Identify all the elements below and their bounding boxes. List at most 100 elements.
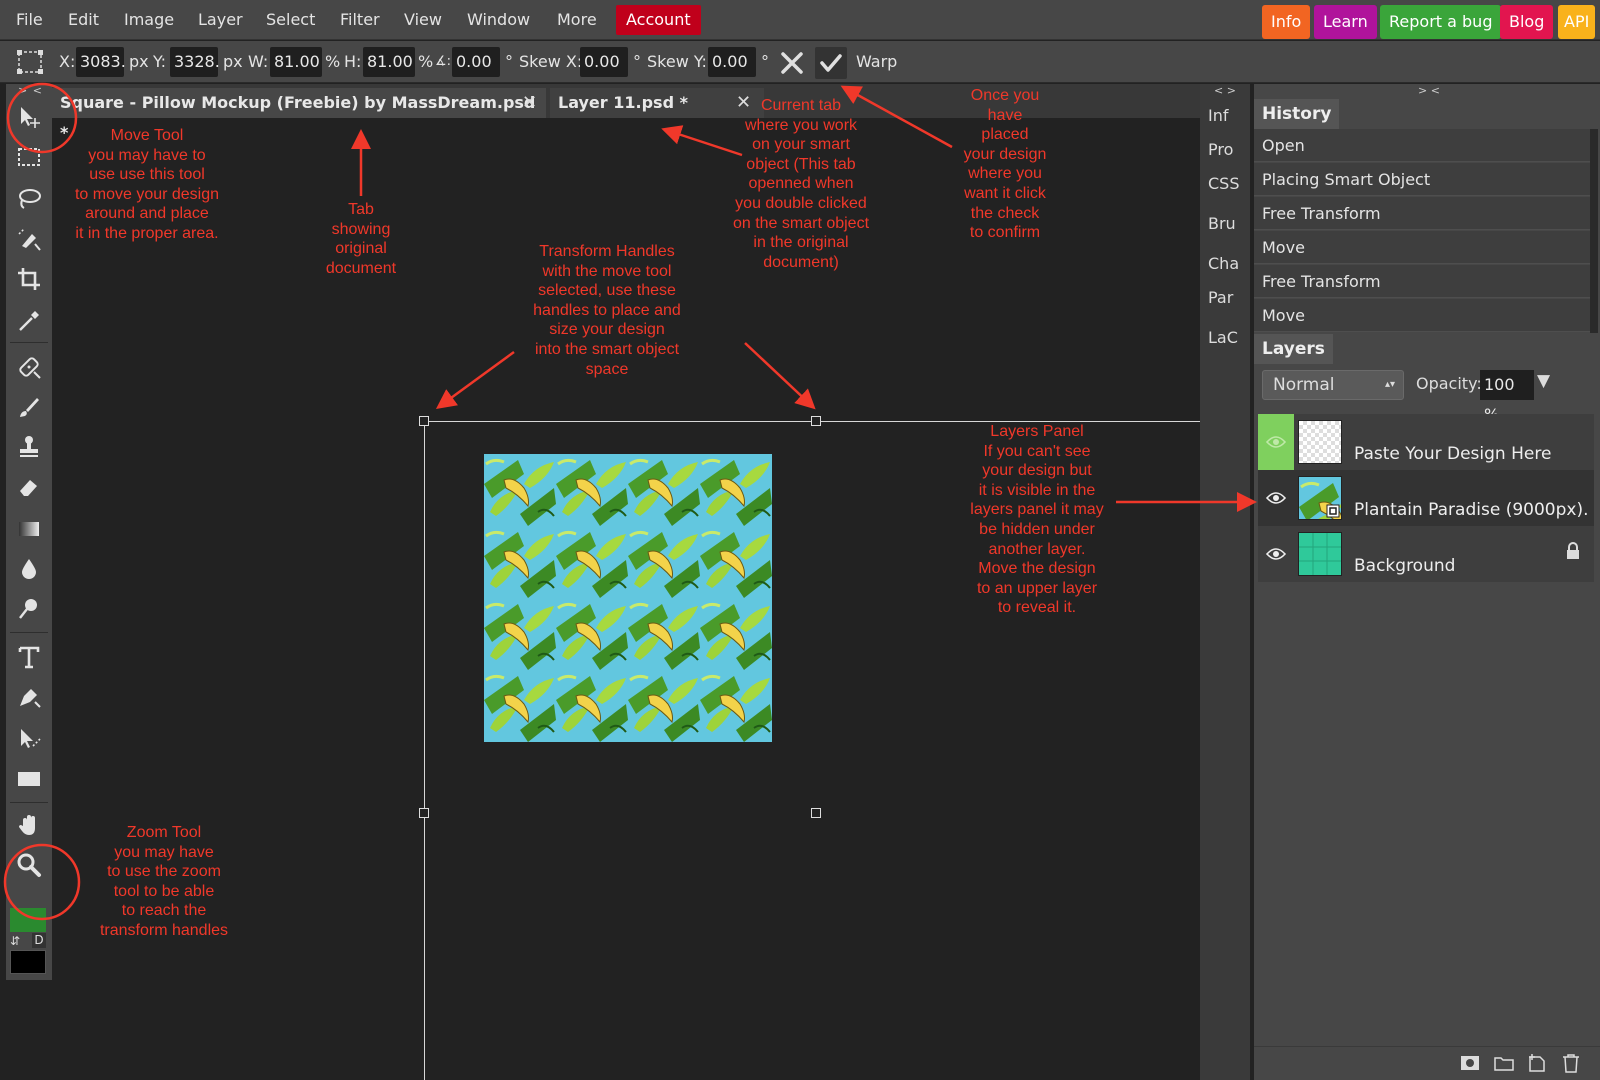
lasso-tool-icon[interactable] xyxy=(12,182,46,216)
clone-stamp-tool-icon[interactable] xyxy=(12,430,46,464)
eraser-tool-icon[interactable] xyxy=(12,470,46,504)
panel-paragraph-button[interactable]: Par xyxy=(1208,288,1233,307)
y-label: Y: xyxy=(153,52,167,71)
close-icon[interactable]: ✕ xyxy=(522,88,537,118)
skew-x-input[interactable]: 0.00 xyxy=(580,47,628,77)
menu-window[interactable]: Window xyxy=(467,0,530,40)
swap-colors-icon[interactable]: ⇵ xyxy=(10,934,20,948)
tab-original-document[interactable]: Square - Pillow Mockup (Freebie) by Mass… xyxy=(52,88,546,142)
confirm-transform-icon[interactable] xyxy=(815,47,847,79)
history-item[interactable]: Free Transform xyxy=(1254,197,1590,230)
menu-layer[interactable]: Layer xyxy=(198,0,243,40)
info-button[interactable]: Info xyxy=(1262,5,1311,39)
history-item[interactable]: Move xyxy=(1254,231,1590,264)
history-item[interactable]: Open xyxy=(1254,129,1590,162)
panel-brush-button[interactable]: Bru xyxy=(1208,214,1236,233)
history-item[interactable]: Placing Smart Object xyxy=(1254,163,1590,196)
layer-row[interactable]: Plantain Paradise (9000px).psd xyxy=(1258,470,1594,526)
tab-label: Layer 11.psd * xyxy=(558,93,688,112)
transform-handle-center[interactable] xyxy=(811,808,821,818)
path-selection-tool-icon[interactable] xyxy=(12,722,46,756)
healing-brush-tool-icon[interactable] xyxy=(12,350,46,384)
menu-edit[interactable]: Edit xyxy=(68,0,99,40)
history-item[interactable]: Free Transform xyxy=(1254,265,1590,298)
move-tool-icon[interactable] xyxy=(12,100,46,134)
history-tab[interactable]: History xyxy=(1254,99,1340,129)
account-button[interactable]: Account xyxy=(616,5,701,35)
background-color-swatch[interactable] xyxy=(10,950,46,974)
dodge-tool-icon[interactable] xyxy=(12,592,46,626)
history-item[interactable]: Move xyxy=(1254,299,1590,332)
visibility-eye-icon[interactable] xyxy=(1258,526,1294,582)
annotation-current-tab: Current tab where you work on your smart… xyxy=(732,97,870,271)
menu-image[interactable]: Image xyxy=(124,0,174,40)
opacity-input[interactable]: 100 % xyxy=(1480,370,1534,424)
menu-view[interactable]: View xyxy=(404,0,442,40)
crop-tool-icon[interactable] xyxy=(12,262,46,296)
annotation-layers-panel: Layers Panel If you can't see your desig… xyxy=(970,423,1104,617)
default-colors-button[interactable]: D xyxy=(32,933,46,948)
h-unit: % xyxy=(418,52,434,71)
y-input[interactable]: 3328. xyxy=(170,47,220,77)
zoom-tool-icon[interactable] xyxy=(12,848,46,882)
panel-css-button[interactable]: CSS xyxy=(1208,174,1239,193)
new-folder-icon[interactable] xyxy=(1494,1055,1514,1075)
visibility-eye-icon[interactable] xyxy=(1258,470,1294,526)
skew-y-label: Skew Y: xyxy=(647,52,707,71)
report-bug-button[interactable]: Report a bug xyxy=(1380,5,1502,39)
learn-button[interactable]: Learn xyxy=(1314,5,1377,39)
angle-label: ∡: xyxy=(435,54,452,69)
panel-layer-comps-button[interactable]: LaC xyxy=(1208,328,1238,347)
foreground-color-swatch[interactable] xyxy=(10,908,46,932)
visibility-eye-icon[interactable] xyxy=(1258,414,1294,470)
pen-tool-icon[interactable] xyxy=(12,680,46,714)
panel-character-button[interactable]: Cha xyxy=(1208,254,1239,273)
transform-handle-top-left[interactable] xyxy=(419,416,429,426)
cancel-transform-icon[interactable] xyxy=(777,48,807,78)
angle-input[interactable]: 0.00 xyxy=(452,47,500,77)
panel-properties-button[interactable]: Pro xyxy=(1208,140,1233,159)
layer-row[interactable]: Paste Your Design Here xyxy=(1258,414,1594,470)
layer-thumbnail xyxy=(1298,532,1342,576)
transform-handle-middle-left[interactable] xyxy=(419,808,429,818)
new-layer-icon[interactable] xyxy=(1528,1053,1546,1077)
w-input[interactable]: 81.00 xyxy=(270,47,322,77)
menu-file[interactable]: File xyxy=(16,0,43,40)
quick-selection-tool-icon[interactable] xyxy=(12,222,46,256)
menu-filter[interactable]: Filter xyxy=(340,0,380,40)
menu-more[interactable]: More xyxy=(557,0,597,40)
eyedropper-tool-icon[interactable] xyxy=(12,304,46,338)
panel-info-button[interactable]: Inf xyxy=(1208,106,1229,125)
type-tool-icon[interactable] xyxy=(12,640,46,674)
history-scrollbar[interactable] xyxy=(1590,129,1598,333)
y-unit: px xyxy=(223,52,243,71)
x-unit: px xyxy=(129,52,149,71)
brush-tool-icon[interactable] xyxy=(12,390,46,424)
toolbar-collapse-toggle[interactable]: > < xyxy=(18,84,43,97)
layers-tab[interactable]: Layers xyxy=(1254,334,1333,364)
blur-tool-icon[interactable] xyxy=(12,552,46,586)
opacity-dropdown-icon[interactable]: ▼ xyxy=(1537,371,1550,391)
menu-select[interactable]: Select xyxy=(266,0,315,40)
rectangle-tool-icon[interactable] xyxy=(12,762,46,796)
gradient-tool-icon[interactable] xyxy=(12,512,46,546)
right-panel-toggle[interactable]: > < xyxy=(1418,84,1440,97)
marquee-tool-icon[interactable] xyxy=(12,140,46,174)
tool-options-bar: X: 3083. px Y: 3328. px W: 81.00 % H: 81… xyxy=(0,41,1600,83)
skew-y-input[interactable]: 0.00 xyxy=(708,47,756,77)
hand-tool-icon[interactable] xyxy=(12,808,46,842)
transform-handle-top-center[interactable] xyxy=(811,416,821,426)
annotation-confirm: Once you have placed your design where y… xyxy=(963,87,1047,242)
blend-mode-select[interactable]: Normal ▴▾ xyxy=(1262,370,1404,400)
layer-row[interactable]: Background xyxy=(1258,526,1594,582)
blog-button[interactable]: Blog xyxy=(1500,5,1554,39)
x-label: X: xyxy=(59,52,76,71)
design-pattern-image[interactable] xyxy=(484,454,772,742)
warp-button[interactable]: Warp xyxy=(856,41,897,83)
api-button[interactable]: API xyxy=(1558,5,1596,39)
delete-layer-icon[interactable] xyxy=(1562,1053,1580,1077)
x-input[interactable]: 3083. xyxy=(76,47,126,77)
add-mask-icon[interactable] xyxy=(1460,1055,1480,1075)
h-input[interactable]: 81.00 xyxy=(363,47,415,77)
mini-panel-toggle[interactable]: < > xyxy=(1214,84,1236,97)
